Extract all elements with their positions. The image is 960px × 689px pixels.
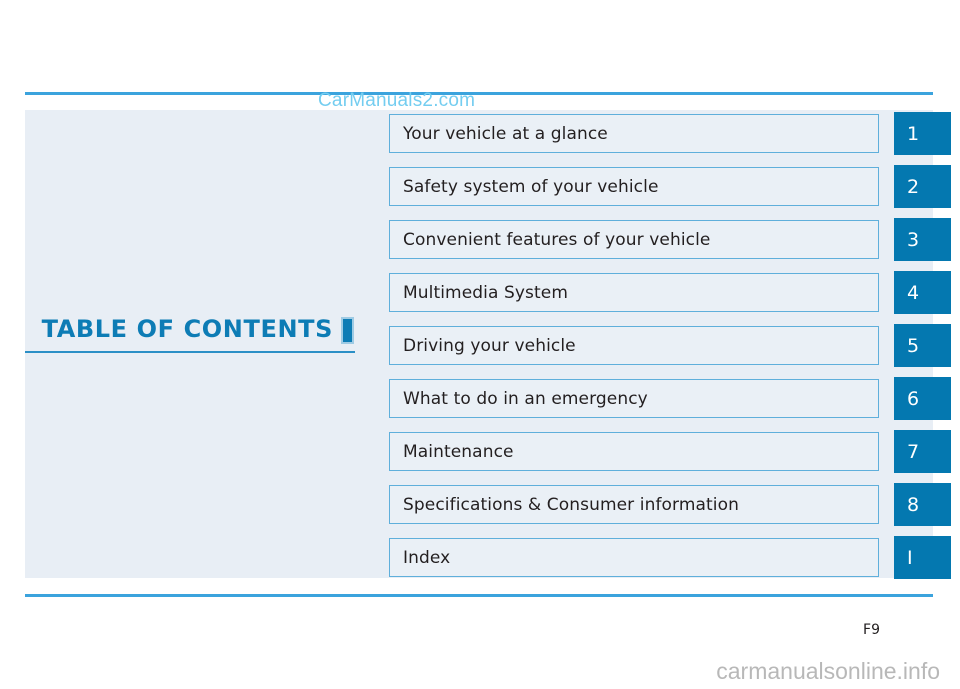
contents-row-tab[interactable]: 8	[894, 483, 951, 526]
contents-row-title[interactable]: Your vehicle at a glance	[389, 114, 879, 153]
contents-row: Specifications & Consumer information 8	[389, 483, 951, 526]
contents-row-title[interactable]: Maintenance	[389, 432, 879, 471]
contents-row-tab[interactable]: 6	[894, 377, 951, 420]
contents-row-tab[interactable]: 5	[894, 324, 951, 367]
contents-row: Your vehicle at a glance 1	[389, 112, 951, 155]
contents-row: Index I	[389, 536, 951, 579]
contents-row-tab[interactable]: 1	[894, 112, 951, 155]
heading-underline	[25, 351, 355, 353]
contents-row-title[interactable]: Driving your vehicle	[389, 326, 879, 365]
contents-row-title[interactable]: Safety system of your vehicle	[389, 167, 879, 206]
contents-row-tab[interactable]: 2	[894, 165, 951, 208]
contents-row-title[interactable]: Index	[389, 538, 879, 577]
page-number: F9	[863, 622, 880, 638]
footer-divider-rule	[25, 594, 933, 597]
manual-page: CarManuals2.com TABLE OF CONTENTS Your v…	[0, 0, 960, 689]
watermark-bottom: carmanualsonline.info	[716, 658, 940, 684]
contents-row-tab[interactable]: 4	[894, 271, 951, 314]
contents-row-title[interactable]: What to do in an emergency	[389, 379, 879, 418]
contents-row-title[interactable]: Multimedia System	[389, 273, 879, 312]
heading-accent-square	[341, 317, 354, 344]
table-of-contents-heading-block: TABLE OF CONTENTS	[25, 315, 355, 353]
contents-row-tab[interactable]: I	[894, 536, 951, 579]
contents-row: Driving your vehicle 5	[389, 324, 951, 367]
watermark-top: CarManuals2.com	[318, 90, 476, 111]
contents-row: Multimedia System 4	[389, 271, 951, 314]
contents-row: Maintenance 7	[389, 430, 951, 473]
contents-row: What to do in an emergency 6	[389, 377, 951, 420]
contents-list: Your vehicle at a glance 1 Safety system o…	[389, 112, 951, 589]
contents-row-title[interactable]: Specifications & Consumer information	[389, 485, 879, 524]
contents-row-title[interactable]: Convenient features of your vehicle	[389, 220, 879, 259]
contents-row-tab[interactable]: 7	[894, 430, 951, 473]
contents-row: Convenient features of your vehicle 3	[389, 218, 951, 261]
contents-row: Safety system of your vehicle 2	[389, 165, 951, 208]
contents-row-tab[interactable]: 3	[894, 218, 951, 261]
page-title: TABLE OF CONTENTS	[41, 315, 333, 343]
header-divider-rule	[25, 92, 933, 95]
